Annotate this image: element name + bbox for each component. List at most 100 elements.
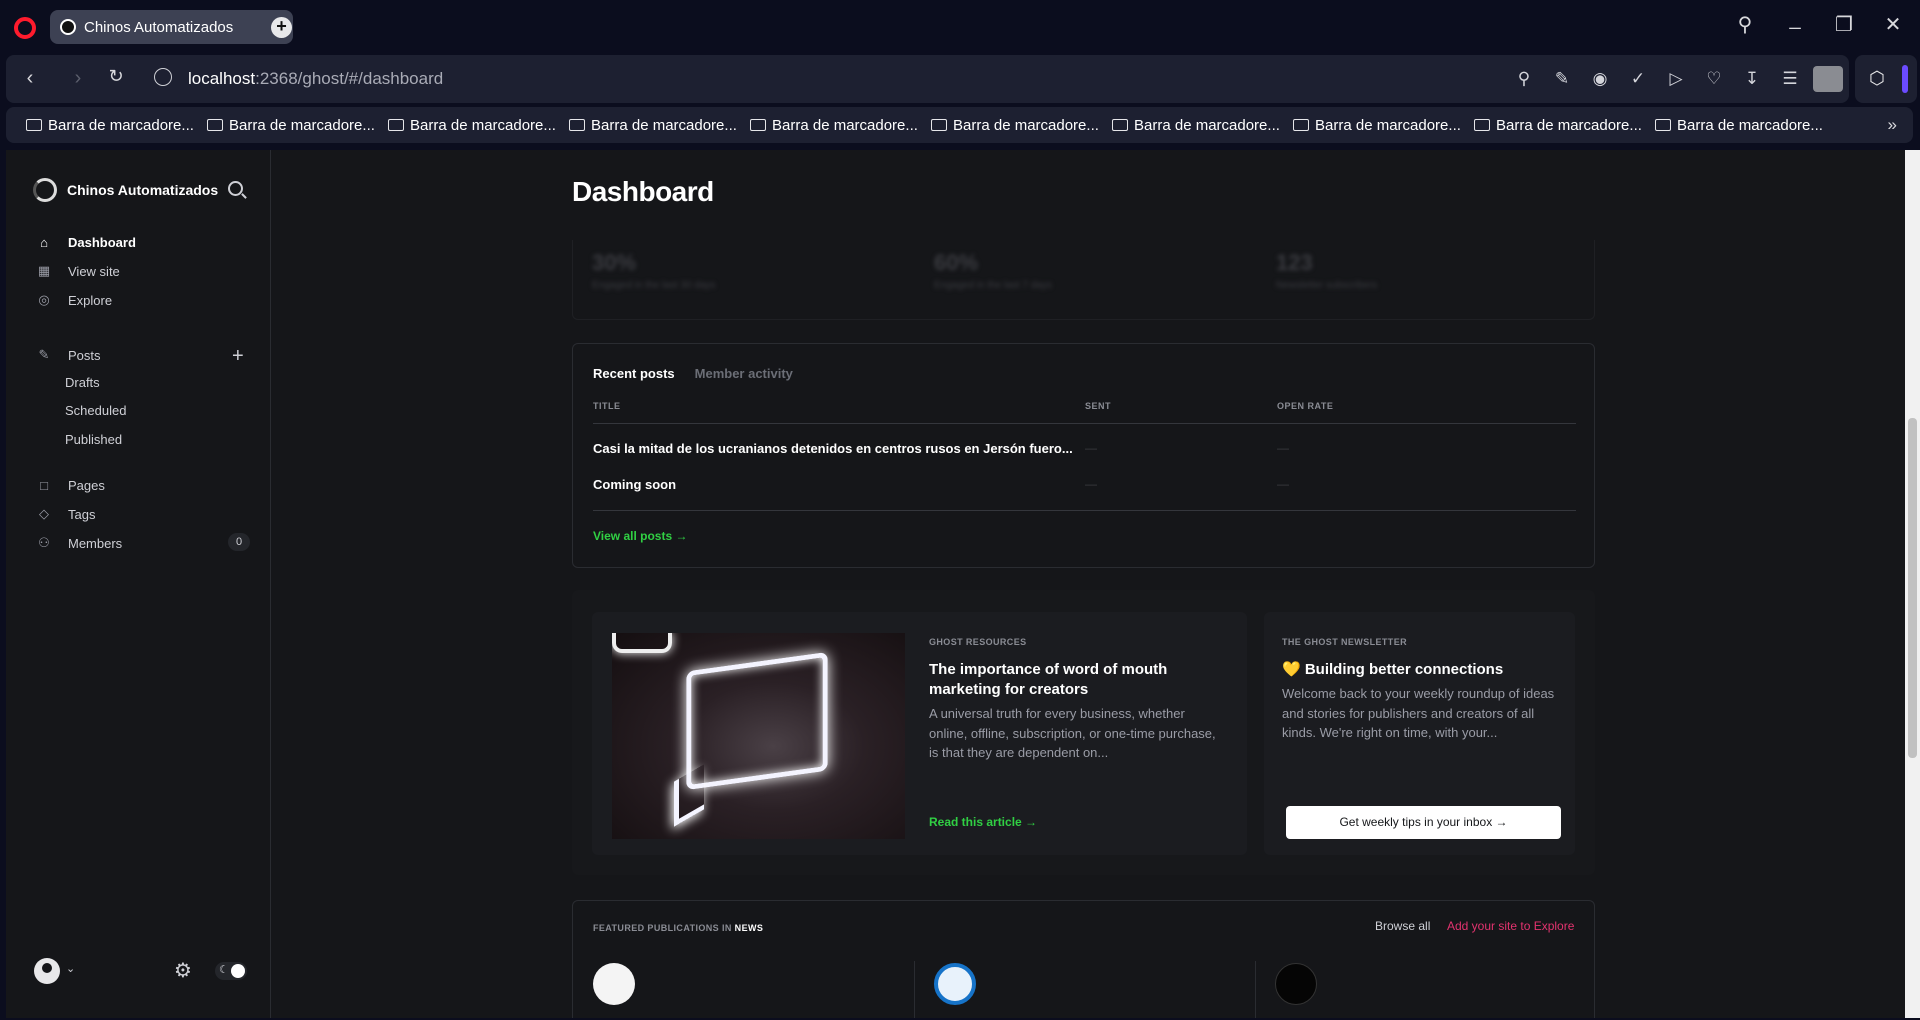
extensions-cube-icon[interactable]: ⬡	[1869, 68, 1885, 89]
weekly-tips-button[interactable]: Get weekly tips in your inbox →	[1286, 806, 1561, 839]
bookmark-item[interactable]: Barra de marcadore...	[1655, 117, 1836, 134]
stat-engaged-7: 60% Engaged in the last 7 days	[934, 250, 1052, 291]
view-all-posts-link[interactable]: View all posts →	[593, 529, 687, 543]
bookmarks-overflow-icon[interactable]: »	[1888, 115, 1897, 135]
user-avatar[interactable]	[34, 958, 60, 984]
recent-posts-card: Recent posts Member activity TITLE SENT …	[572, 343, 1595, 568]
folder-icon	[931, 119, 947, 131]
edit-icon[interactable]: ✎	[1543, 66, 1581, 92]
table-row-title[interactable]: Coming soon	[593, 477, 676, 492]
folder-icon	[207, 119, 223, 131]
profile-avatar[interactable]	[1813, 66, 1843, 92]
tab-recent-posts[interactable]: Recent posts	[593, 366, 675, 381]
site-info-icon[interactable]	[154, 68, 172, 86]
bookmark-item[interactable]: Barra de marcadore...	[388, 117, 569, 134]
sidebar-item-drafts[interactable]: Drafts	[65, 375, 100, 390]
globe-icon: ◎	[38, 292, 50, 307]
page-title: Dashboard	[572, 176, 714, 207]
url-path: :2368/ghost/#/dashboard	[255, 69, 444, 88]
gear-icon[interactable]: ⚙	[174, 958, 192, 983]
table-row-title[interactable]: Casi la mitad de los ucranianos detenido…	[593, 441, 1073, 456]
bookmark-item[interactable]: Barra de marcadore...	[207, 117, 388, 134]
reload-button[interactable]: ↻	[104, 66, 128, 87]
opera-logo-icon[interactable]	[14, 17, 36, 39]
camera-icon[interactable]: ◉	[1581, 66, 1619, 92]
moon-icon: ☾	[219, 964, 229, 976]
back-button[interactable]: ‹	[18, 67, 42, 90]
add-site-link[interactable]: Add your site to Explore	[1447, 919, 1574, 933]
bookmark-label: Barra de marcadore...	[953, 116, 1099, 134]
browser-tab[interactable]: Chinos Automatizados	[50, 10, 293, 44]
url-host: localhost	[188, 69, 256, 88]
bookmark-item[interactable]: Barra de marcadore...	[750, 117, 931, 134]
bookmark-label: Barra de marcadore...	[591, 116, 737, 134]
article-image[interactable]	[612, 633, 905, 839]
page-search-icon[interactable]: ⚲	[1505, 66, 1543, 92]
chevron-down-icon[interactable]: ⌄	[66, 962, 75, 975]
play-icon[interactable]: ▷	[1657, 66, 1695, 92]
settings-sliders-icon[interactable]: ☰	[1771, 66, 1809, 92]
url-field[interactable]: localhost:2368/ghost/#/dashboard	[188, 69, 443, 89]
sidebar-item-view-site[interactable]: ▦ View site	[36, 263, 246, 279]
bookmark-item[interactable]: Barra de marcadore...	[26, 117, 207, 134]
article-title[interactable]: The importance of word of mouth marketin…	[929, 660, 1199, 700]
bookmark-item[interactable]: Barra de marcadore...	[1112, 117, 1293, 134]
stat-label: Newsletter subscribers	[1276, 280, 1378, 291]
sidebar-item-tags[interactable]: ◇ Tags	[36, 506, 246, 522]
dark-mode-toggle[interactable]: ☾	[215, 962, 247, 980]
download-icon[interactable]: ↧	[1733, 66, 1771, 92]
tab-member-activity[interactable]: Member activity	[695, 366, 793, 381]
bookmark-item[interactable]: Barra de marcadore...	[1293, 117, 1474, 134]
members-icon: ⚇	[38, 535, 50, 550]
stat-label: Engaged in the last 7 days	[934, 280, 1052, 291]
heart-icon[interactable]: ♡	[1695, 66, 1733, 92]
bookmark-label: Barra de marcadore...	[1134, 116, 1280, 134]
publication-logo[interactable]	[934, 963, 976, 1005]
divider	[593, 510, 1576, 511]
table-cell-open-rate: —	[1277, 441, 1289, 455]
forward-button[interactable]: ›	[66, 67, 90, 90]
sidebar-item-dashboard[interactable]: ⌂ Dashboard	[36, 235, 246, 250]
page-viewport: Chinos Automatizados ⌂ Dashboard ▦ View si…	[6, 150, 1905, 1018]
sidebar-item-explore[interactable]: ◎ Explore	[36, 292, 246, 308]
bookmark-item[interactable]: Barra de marcadore...	[569, 117, 750, 134]
featured-category: NEWS	[734, 923, 764, 933]
tab-strip: Chinos Automatizados + ⚲ _ ❐ ✕	[0, 0, 1920, 54]
close-window-button[interactable]: ✕	[1878, 12, 1908, 37]
browser-search-icon[interactable]: ⚲	[1730, 12, 1760, 37]
sidebar-item-label: Posts	[68, 347, 101, 363]
sidebar-item-published[interactable]: Published	[65, 432, 122, 447]
restore-button[interactable]: ❐	[1829, 12, 1859, 37]
sidebar-indicator[interactable]	[1902, 65, 1908, 93]
publication-logo[interactable]	[593, 963, 635, 1005]
new-post-plus-icon[interactable]: +	[232, 345, 244, 368]
site-brand[interactable]: Chinos Automatizados	[33, 178, 218, 202]
new-tab-button[interactable]: +	[271, 17, 292, 38]
scrollbar-thumb[interactable]	[1908, 418, 1917, 758]
pencil-square-icon: ✎	[38, 347, 50, 362]
sidebar-item-posts[interactable]: ✎ Posts	[36, 347, 246, 363]
bookmark-item[interactable]: Barra de marcadore...	[931, 117, 1112, 134]
sidebar-item-label: Members	[68, 535, 123, 551]
address-toolbar: ⚲ ✎ ◉ ✓ ▷ ♡ ↧ ☰	[1505, 66, 1849, 92]
sidebar-item-pages[interactable]: □ Pages	[36, 478, 246, 493]
bookmark-item[interactable]: Barra de marcadore...	[1474, 117, 1655, 134]
sidebar-item-label: Pages	[68, 478, 105, 493]
table-cell-open-rate: —	[1277, 477, 1289, 491]
shield-icon[interactable]: ✓	[1619, 66, 1657, 92]
read-article-link[interactable]: Read this article →	[929, 815, 1037, 829]
search-icon[interactable]	[228, 181, 243, 196]
publication-logo[interactable]	[1275, 963, 1317, 1005]
bookmark-label: Barra de marcadore...	[48, 116, 194, 134]
col-title-header: TITLE	[593, 401, 621, 411]
sidebar-item-label: Tags	[68, 506, 96, 522]
minimize-button[interactable]: _	[1780, 8, 1810, 31]
sidebar-item-scheduled[interactable]: Scheduled	[65, 403, 126, 418]
layout-icon: ▦	[37, 263, 51, 278]
newsletter-title[interactable]: 💛 Building better connections	[1282, 660, 1562, 680]
neon-chat-bubble-icon	[686, 651, 828, 791]
sidebar-item-members[interactable]: ⚇ Members	[36, 535, 246, 551]
address-bar: ‹ › ↻ localhost:2368/ghost/#/dashboard ⚲…	[6, 55, 1849, 103]
browse-all-link[interactable]: Browse all	[1375, 919, 1430, 933]
stat-engaged-30: 30% Engaged in the last 30 days	[592, 250, 715, 291]
